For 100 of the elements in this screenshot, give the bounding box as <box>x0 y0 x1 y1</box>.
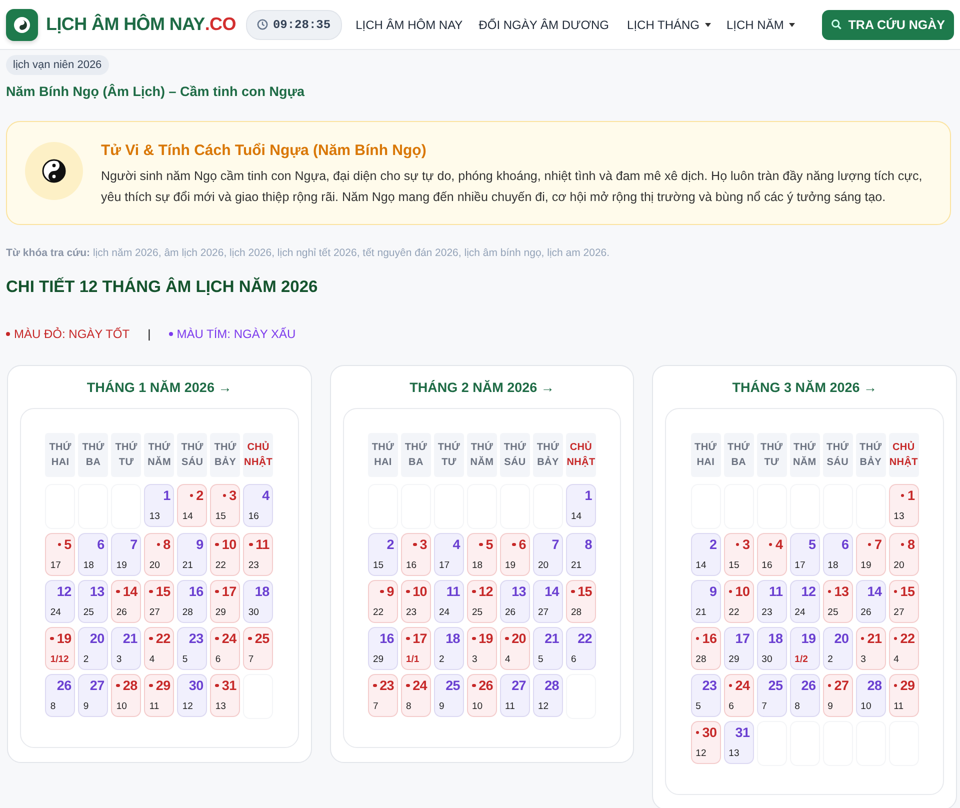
day-cell[interactable]: 18 30 <box>756 627 787 670</box>
nav-dropdown[interactable]: LỊCH THÁNG <box>619 10 718 40</box>
day-cell[interactable]: 23 7 <box>368 674 398 717</box>
day-cell[interactable]: 29 11 <box>888 674 919 717</box>
breadcrumb-tag[interactable]: lịch vạn niên 2026 <box>6 55 109 75</box>
day-cell[interactable]: 1 13 <box>144 484 174 527</box>
day-cell[interactable]: 9 22 <box>368 580 398 623</box>
day-cell[interactable]: 25 7 <box>243 627 274 670</box>
day-cell[interactable]: 2 15 <box>368 533 398 576</box>
day-cell[interactable]: 12 25 <box>466 580 497 623</box>
day-cell[interactable]: 13 26 <box>500 580 530 623</box>
day-cell[interactable]: 6 18 <box>78 533 108 576</box>
day-cell[interactable]: 9 21 <box>177 533 208 576</box>
day-cell[interactable]: 14 26 <box>856 580 886 623</box>
day-cell[interactable]: 8 20 <box>888 533 919 576</box>
nav-link[interactable]: LỊCH ÂM HÔM NAY <box>348 10 471 40</box>
day-cell[interactable]: 25 7 <box>756 674 787 717</box>
day-cell[interactable]: 2 14 <box>690 533 721 576</box>
day-cell[interactable]: 15 27 <box>144 580 174 623</box>
day-cell[interactable]: 22 6 <box>566 627 596 670</box>
day-cell[interactable]: 16 29 <box>368 627 398 670</box>
day-cell[interactable]: 27 9 <box>78 674 108 717</box>
day-cell[interactable]: 15 27 <box>888 580 919 623</box>
day-cell[interactable]: 21 3 <box>111 627 142 670</box>
day-cell[interactable]: 10 22 <box>724 580 754 623</box>
day-cell[interactable]: 7 19 <box>856 533 886 576</box>
day-cell[interactable]: 28 12 <box>532 674 563 717</box>
day-cell[interactable]: 7 20 <box>532 533 563 576</box>
nav-link[interactable]: ĐỔI NGÀY ÂM DƯƠNG <box>470 10 618 40</box>
day-cell[interactable]: 3 15 <box>210 484 240 527</box>
month-title[interactable]: THÁNG 2 NĂM 2026 → <box>342 380 622 395</box>
day-cell[interactable]: 1 14 <box>566 484 596 527</box>
day-cell[interactable]: 13 25 <box>78 580 108 623</box>
day-cell[interactable]: 6 19 <box>500 533 530 576</box>
day-cell[interactable]: 17 29 <box>210 580 240 623</box>
day-cell[interactable]: 10 23 <box>400 580 431 623</box>
day-cell[interactable]: 11 24 <box>434 580 464 623</box>
day-cell[interactable]: 15 28 <box>566 580 596 623</box>
day-cell[interactable]: 3 16 <box>400 533 431 576</box>
day-cell[interactable]: 31 13 <box>210 674 240 717</box>
day-cell[interactable]: 7 19 <box>111 533 142 576</box>
month-title[interactable]: THÁNG 1 NĂM 2026 → <box>20 380 299 395</box>
day-cell[interactable]: 4 17 <box>434 533 464 576</box>
day-cell[interactable]: 6 18 <box>822 533 853 576</box>
day-cell[interactable]: 12 24 <box>790 580 820 623</box>
day-cell[interactable]: 12 24 <box>45 580 76 623</box>
day-cell[interactable]: 26 8 <box>790 674 820 717</box>
day-cell[interactable]: 30 12 <box>177 674 208 717</box>
day-cell[interactable]: 4 16 <box>756 533 787 576</box>
day-cell[interactable]: 27 9 <box>822 674 853 717</box>
day-cell[interactable]: 22 4 <box>888 627 919 670</box>
day-cell[interactable]: 25 9 <box>434 674 464 717</box>
day-cell[interactable]: 14 26 <box>111 580 142 623</box>
day-cell[interactable]: 18 30 <box>243 580 274 623</box>
day-cell[interactable]: 17 29 <box>724 627 754 670</box>
day-cell[interactable]: 18 2 <box>434 627 464 670</box>
brand-name[interactable]: LỊCH ÂM HÔM NAY <box>46 14 205 35</box>
day-cell[interactable]: 20 2 <box>78 627 108 670</box>
day-cell[interactable]: 5 17 <box>45 533 76 576</box>
day-cell[interactable]: 2 14 <box>177 484 208 527</box>
day-cell[interactable]: 23 5 <box>690 674 721 717</box>
day-cell[interactable]: 28 10 <box>856 674 886 717</box>
day-cell[interactable]: 14 27 <box>532 580 563 623</box>
day-cell[interactable]: 3 15 <box>724 533 754 576</box>
day-cell[interactable]: 1 13 <box>888 484 919 527</box>
day-cell[interactable]: 26 10 <box>466 674 497 717</box>
day-cell[interactable]: 16 28 <box>177 580 208 623</box>
day-cell[interactable]: 23 5 <box>177 627 208 670</box>
day-cell[interactable]: 24 6 <box>724 674 754 717</box>
day-cell[interactable]: 26 8 <box>45 674 76 717</box>
day-cell[interactable]: 20 2 <box>822 627 853 670</box>
day-cell[interactable]: 27 11 <box>500 674 530 717</box>
day-cell[interactable]: 20 4 <box>500 627 530 670</box>
day-cell[interactable]: 28 10 <box>111 674 142 717</box>
day-cell[interactable]: 8 20 <box>144 533 174 576</box>
day-cell[interactable]: 19 1/12 <box>45 627 76 670</box>
day-cell[interactable]: 29 11 <box>144 674 174 717</box>
day-cell[interactable]: 24 6 <box>210 627 240 670</box>
month-title[interactable]: THÁNG 3 NĂM 2026 → <box>665 380 944 395</box>
day-cell[interactable]: 21 3 <box>856 627 886 670</box>
day-cell[interactable]: 5 18 <box>466 533 497 576</box>
day-cell[interactable]: 19 3 <box>466 627 497 670</box>
day-cell[interactable]: 22 4 <box>144 627 174 670</box>
day-cell[interactable]: 31 13 <box>724 721 754 764</box>
nav-dropdown[interactable]: LỊCH NĂM <box>718 10 803 40</box>
day-cell[interactable]: 19 1/2 <box>790 627 820 670</box>
day-cell[interactable]: 10 22 <box>210 533 240 576</box>
day-cell[interactable]: 21 5 <box>532 627 563 670</box>
search-button[interactable]: TRA CỨU NGÀY <box>822 10 954 40</box>
day-cell[interactable]: 17 1/1 <box>400 627 431 670</box>
day-cell[interactable]: 11 23 <box>243 533 274 576</box>
day-cell[interactable]: 4 16 <box>243 484 274 527</box>
day-cell[interactable]: 13 25 <box>822 580 853 623</box>
day-cell[interactable]: 30 12 <box>690 721 721 764</box>
day-cell[interactable]: 16 28 <box>690 627 721 670</box>
brand-suffix[interactable]: .CO <box>204 14 236 35</box>
day-cell[interactable]: 11 23 <box>756 580 787 623</box>
day-cell[interactable]: 24 8 <box>400 674 431 717</box>
day-cell[interactable]: 9 21 <box>690 580 721 623</box>
day-cell[interactable]: 5 17 <box>790 533 820 576</box>
